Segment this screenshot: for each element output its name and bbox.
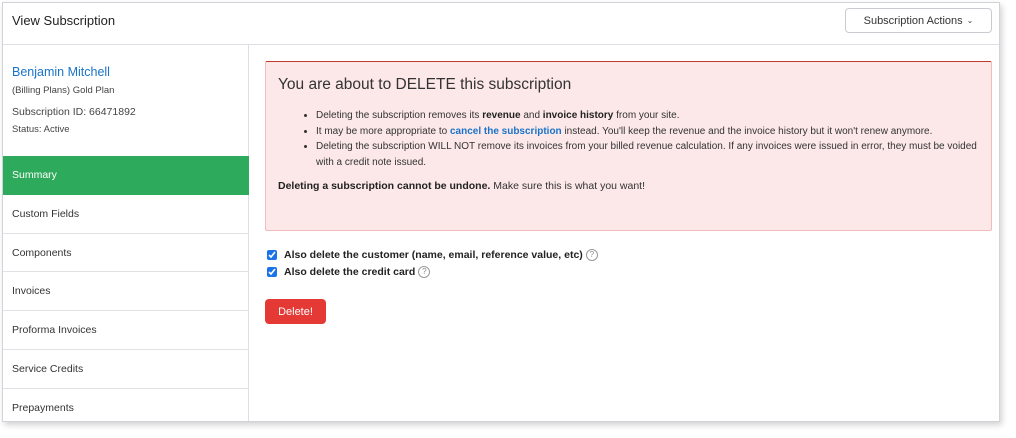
customer-info: Benjamin Mitchell (Billing Plans) Gold P… xyxy=(12,65,136,135)
cancel-subscription-link[interactable]: cancel the subscription xyxy=(450,126,562,137)
sidebar-item-components[interactable]: Components xyxy=(3,234,249,273)
page-header: View Subscription Subscription Actions ⌄ xyxy=(3,3,999,45)
customer-name-link[interactable]: Benjamin Mitchell xyxy=(12,65,136,79)
sidebar-item-custom-fields[interactable]: Custom Fields xyxy=(3,195,249,234)
sidebar: Benjamin Mitchell (Billing Plans) Gold P… xyxy=(3,45,249,421)
warning-list: Deleting the subscription removes its re… xyxy=(278,108,979,170)
page-title: View Subscription xyxy=(12,13,116,28)
chevron-down-icon: ⌄ xyxy=(966,16,974,25)
sidebar-item-service-credits[interactable]: Service Credits xyxy=(3,350,249,389)
main-content: You are about to DELETE this subscriptio… xyxy=(265,61,992,324)
sidebar-item-proforma-invoices[interactable]: Proforma Invoices xyxy=(3,311,249,350)
sidebar-item-summary[interactable]: Summary xyxy=(3,156,249,195)
delete-customer-label: Also delete the customer (name, email, r… xyxy=(284,248,583,261)
sidebar-item-prepayments[interactable]: Prepayments xyxy=(3,389,249,421)
warning-item-cancel: It may be more appropriate to cancel the… xyxy=(316,124,979,140)
delete-warning-alert: You are about to DELETE this subscriptio… xyxy=(265,61,992,231)
help-icon[interactable]: ? xyxy=(585,248,598,261)
delete-customer-checkbox[interactable] xyxy=(267,249,277,260)
warning-item-invoices: Deleting the subscription WILL NOT remov… xyxy=(316,139,979,170)
delete-button[interactable]: Delete! xyxy=(265,299,326,324)
delete-card-option[interactable]: Also delete the credit card ? xyxy=(265,263,992,280)
subscription-actions-button[interactable]: Subscription Actions ⌄ xyxy=(845,8,992,33)
alert-footer: Deleting a subscription cannot be undone… xyxy=(278,180,646,192)
sidebar-nav: Summary Custom Fields Components Invoice… xyxy=(3,156,249,421)
customer-plan: (Billing Plans) Gold Plan xyxy=(12,85,115,96)
warning-item-revenue: Deleting the subscription removes its re… xyxy=(316,108,979,124)
sidebar-item-invoices[interactable]: Invoices xyxy=(3,272,249,312)
delete-card-label: Also delete the credit card xyxy=(284,265,416,278)
subscription-id: Subscription ID: 66471892 xyxy=(12,106,136,118)
delete-options: Also delete the customer (name, email, r… xyxy=(265,246,992,280)
subscription-actions-label: Subscription Actions xyxy=(863,14,963,27)
delete-customer-option[interactable]: Also delete the customer (name, email, r… xyxy=(265,246,992,263)
help-icon[interactable]: ? xyxy=(418,265,431,278)
subscription-window: View Subscription Subscription Actions ⌄… xyxy=(2,2,1000,422)
subscription-status: Status: Active xyxy=(12,124,70,135)
alert-title: You are about to DELETE this subscriptio… xyxy=(278,76,572,93)
delete-card-checkbox[interactable] xyxy=(267,266,277,277)
